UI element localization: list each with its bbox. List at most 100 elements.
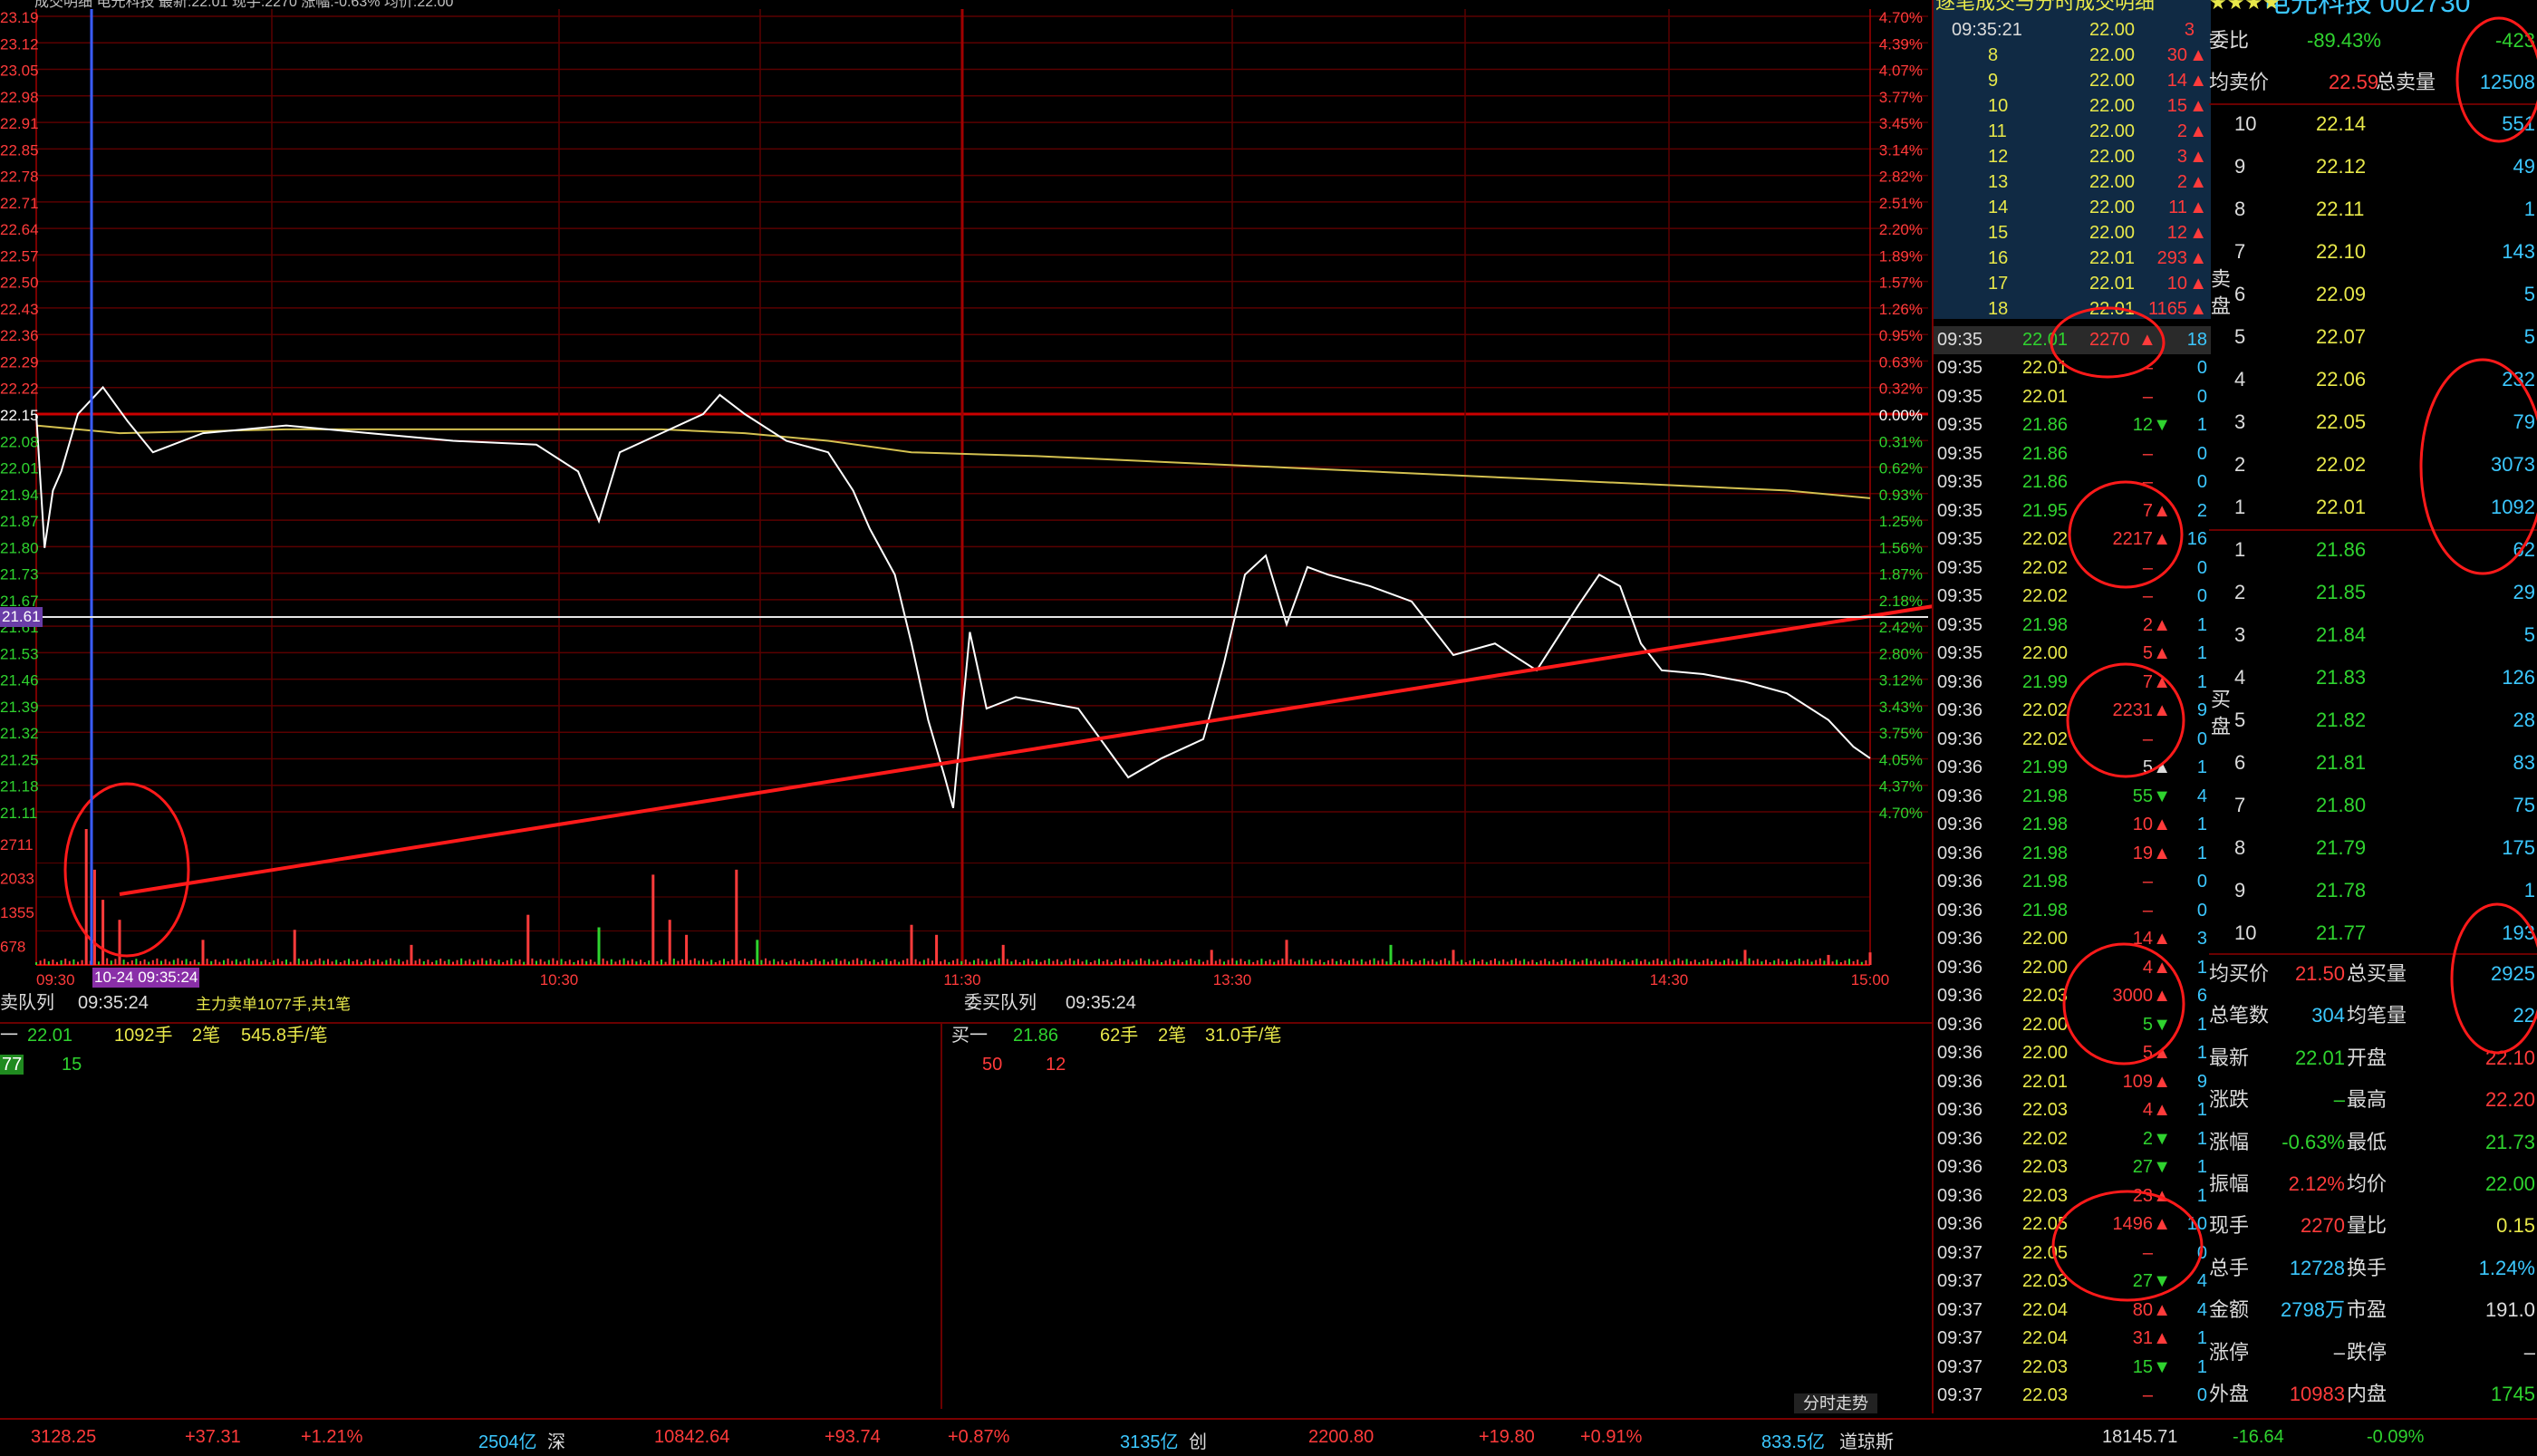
pct-tick: 2.20% bbox=[1879, 221, 1923, 238]
pct-tick: 3.12% bbox=[1879, 672, 1923, 689]
pct-tick: 4.39% bbox=[1879, 35, 1923, 53]
fenshi-button[interactable]: 分时走势 bbox=[1794, 1393, 1877, 1413]
pct-tick: 2.82% bbox=[1879, 169, 1923, 186]
sell-queue-price: 22.01 bbox=[27, 1026, 73, 1046]
volume-annotation-circle bbox=[63, 782, 190, 958]
dj-index-change: -16.64 bbox=[2233, 1427, 2284, 1447]
price-tick: 21.80 bbox=[0, 539, 39, 556]
stat-value-2: 1.24% bbox=[2478, 1256, 2535, 1279]
stat-value: -0.63% bbox=[2281, 1130, 2345, 1153]
stat-label: 外盘 bbox=[2209, 1383, 2250, 1405]
sz-label: 深 bbox=[547, 1432, 565, 1452]
pct-tick: 4.70% bbox=[1879, 805, 1923, 822]
stat-row: 涨停 – 跌停 – bbox=[2209, 1332, 2537, 1374]
volume-tick: 1355 bbox=[0, 904, 34, 921]
price-line bbox=[35, 385, 1871, 809]
buy-queue-total: 62手 bbox=[1100, 1026, 1139, 1046]
price-tick: 22.91 bbox=[0, 115, 39, 132]
price-tick: 22.43 bbox=[0, 301, 39, 318]
price-tick: 21.87 bbox=[0, 513, 39, 530]
price-tick: 22.08 bbox=[0, 433, 39, 450]
stat-value-2: 22.00 bbox=[2484, 1172, 2535, 1195]
sell-queue-total: 1092手 bbox=[114, 1026, 173, 1046]
sh-index-change: +37.31 bbox=[185, 1427, 241, 1447]
stat-row: 涨幅 -0.63% 最低 21.73 bbox=[2209, 1122, 2537, 1163]
order-queue-area: 卖队列 09:35:24 主力卖单1077手,共1笔 一 22.01 1092手… bbox=[0, 988, 1932, 1418]
sell-queue-time: 09:35:24 bbox=[78, 993, 149, 1013]
stat-label-2: 市盈 bbox=[2347, 1298, 2387, 1322]
time-tick: 14:30 bbox=[1650, 971, 1689, 988]
sz-index-amount: 3135亿 bbox=[1120, 1432, 1179, 1452]
sell-order-1[interactable]: 77 bbox=[0, 1055, 24, 1075]
index-bar: 3128.25 +37.31 +1.21% 2504亿 深 10842.64 +… bbox=[0, 1418, 2537, 1456]
buy-queue-price: 21.86 bbox=[1013, 1026, 1059, 1046]
volume-tick: 678 bbox=[0, 939, 25, 956]
cy-index-value[interactable]: 2200.80 bbox=[1308, 1427, 1374, 1448]
dj-index-value[interactable]: 18145.71 bbox=[2102, 1427, 2177, 1448]
stat-label: 涨幅 bbox=[2209, 1130, 2250, 1153]
stat-label: 涨停 bbox=[2209, 1340, 2250, 1364]
price-tick: 21.53 bbox=[0, 645, 39, 662]
intraday-chart[interactable]: 23.19 4.70% 23.12 4.39% 23.05 4.07% 22.98 3.77%… bbox=[0, 0, 1932, 988]
sz-index-change: +93.74 bbox=[825, 1427, 881, 1447]
crosshair-price-label: 21.61 bbox=[0, 607, 43, 627]
pct-tick: 4.05% bbox=[1879, 751, 1923, 768]
pct-tick: 1.25% bbox=[1879, 513, 1923, 530]
quote-annotations bbox=[2419, 16, 2537, 1055]
price-tick: 22.71 bbox=[0, 195, 39, 212]
volume-tick: 2033 bbox=[0, 871, 34, 888]
price-tick: 21.94 bbox=[0, 487, 39, 504]
volume-tick: 2711 bbox=[0, 836, 34, 853]
detail-annotations bbox=[2050, 306, 2204, 1302]
stat-label-2: 均价 bbox=[2347, 1172, 2387, 1195]
sh-index-value[interactable]: 3128.25 bbox=[31, 1427, 96, 1448]
sell-order-2[interactable]: 15 bbox=[62, 1055, 82, 1075]
pct-tick: 0.63% bbox=[1879, 353, 1923, 371]
sh-index-pct: +1.21% bbox=[301, 1427, 363, 1447]
stat-label-2: 量比 bbox=[2347, 1214, 2387, 1238]
pct-tick: 2.80% bbox=[1879, 645, 1923, 662]
pct-tick: 0.31% bbox=[1879, 433, 1923, 450]
time-tick: 15:00 bbox=[1851, 971, 1890, 988]
price-tick: 21.25 bbox=[0, 751, 39, 768]
stat-value-2: 1745 bbox=[2491, 1383, 2535, 1405]
pct-tick: 3.14% bbox=[1879, 141, 1923, 159]
stat-value: 10983 bbox=[2289, 1383, 2345, 1405]
stat-label: 总手 bbox=[2209, 1256, 2250, 1279]
stat-row: 总手 12728 换手 1.24% bbox=[2209, 1248, 2537, 1289]
price-tick: 22.98 bbox=[0, 89, 39, 106]
pct-tick: 1.26% bbox=[1879, 301, 1923, 318]
cy-index-change: +19.80 bbox=[1479, 1427, 1535, 1447]
pct-tick: 3.43% bbox=[1879, 699, 1923, 716]
stat-label-2: 换手 bbox=[2347, 1256, 2387, 1279]
buy-queue-avg: 31.0手/笔 bbox=[1205, 1026, 1282, 1046]
pct-tick: 1.57% bbox=[1879, 275, 1923, 292]
stat-value-2: 21.73 bbox=[2484, 1130, 2535, 1153]
pct-tick: 1.56% bbox=[1879, 539, 1923, 556]
sz-index-value[interactable]: 10842.64 bbox=[654, 1427, 729, 1448]
stat-row: 现手 2270 量比 0.15 bbox=[2209, 1205, 2537, 1247]
stat-value: 12728 bbox=[2289, 1256, 2345, 1279]
buy-order-2[interactable]: 12 bbox=[1046, 1055, 1066, 1075]
price-tick: 22.64 bbox=[0, 221, 39, 238]
pct-tick: 4.37% bbox=[1879, 778, 1923, 795]
price-tick: 22.22 bbox=[0, 381, 39, 398]
cy-label: 创 bbox=[1189, 1432, 1207, 1452]
stat-row: 外盘 10983 内盘 1745 bbox=[2209, 1374, 2537, 1415]
sell-queue-avg: 545.8手/笔 bbox=[241, 1026, 328, 1046]
stat-value: 2798万 bbox=[2281, 1298, 2345, 1322]
buy-order-1[interactable]: 50 bbox=[982, 1055, 1002, 1075]
pct-tick: 0.32% bbox=[1879, 381, 1923, 398]
stat-value-2: – bbox=[2523, 1340, 2535, 1364]
price-tick: 22.01 bbox=[0, 460, 39, 477]
time-tick: 11:30 bbox=[943, 971, 980, 988]
cy-index-pct: +0.91% bbox=[1580, 1427, 1643, 1447]
stat-label-2: 内盘 bbox=[2347, 1383, 2387, 1405]
stat-row: 金额 2798万 市盈 191.0 bbox=[2209, 1289, 2537, 1331]
pct-tick: 0.00% bbox=[1879, 407, 1923, 424]
price-tick: 22.85 bbox=[0, 141, 39, 159]
sell-queue-title: 卖队列 bbox=[0, 993, 54, 1013]
stat-value: 2.12% bbox=[2288, 1172, 2345, 1195]
price-tick: 23.19 bbox=[0, 9, 39, 26]
pct-tick: 3.45% bbox=[1879, 115, 1923, 132]
